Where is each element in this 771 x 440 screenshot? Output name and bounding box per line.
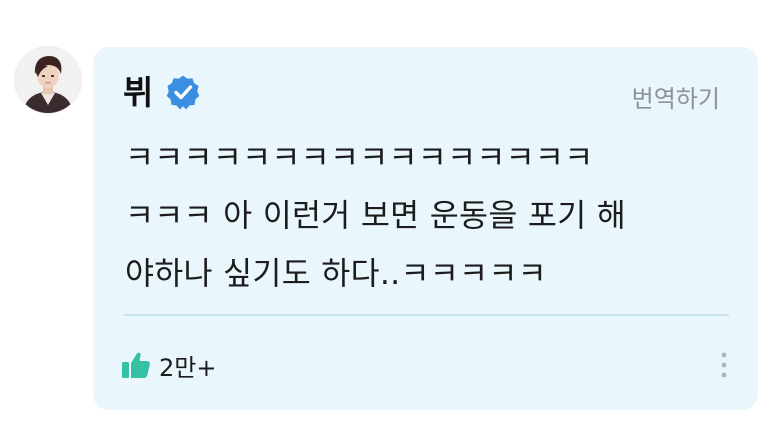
- translate-button[interactable]: 번역하기: [632, 79, 720, 114]
- like-button[interactable]: 2만+: [120, 347, 216, 383]
- author-avatar[interactable]: [15, 47, 81, 113]
- comment-bubble: 뷔 번역하기 ㅋㅋㅋㅋㅋㅋㅋㅋㅋㅋㅋㅋㅋㅋㅋㅋ ㅋㅋㅋ 아 이런거 보면 운동을…: [93, 47, 758, 410]
- author-name[interactable]: 뷔: [123, 76, 153, 109]
- verified-badge-icon: [165, 74, 201, 110]
- comment-screen: 뷔 번역하기 ㅋㅋㅋㅋㅋㅋㅋㅋㅋㅋㅋㅋㅋㅋㅋㅋ ㅋㅋㅋ 아 이런거 보면 운동을…: [0, 0, 771, 440]
- comment-body: ㅋㅋㅋㅋㅋㅋㅋㅋㅋㅋㅋㅋㅋㅋㅋㅋ ㅋㅋㅋ 아 이런거 보면 운동을 포기 해 야…: [125, 140, 627, 292]
- thumbs-up-icon: [120, 349, 152, 381]
- more-options-button[interactable]: [716, 350, 732, 382]
- more-vertical-icon: [721, 352, 727, 378]
- like-count: 2만+: [159, 353, 217, 382]
- author-row: 뷔: [123, 67, 201, 117]
- divider: [124, 314, 729, 316]
- avatar-image: [15, 47, 81, 113]
